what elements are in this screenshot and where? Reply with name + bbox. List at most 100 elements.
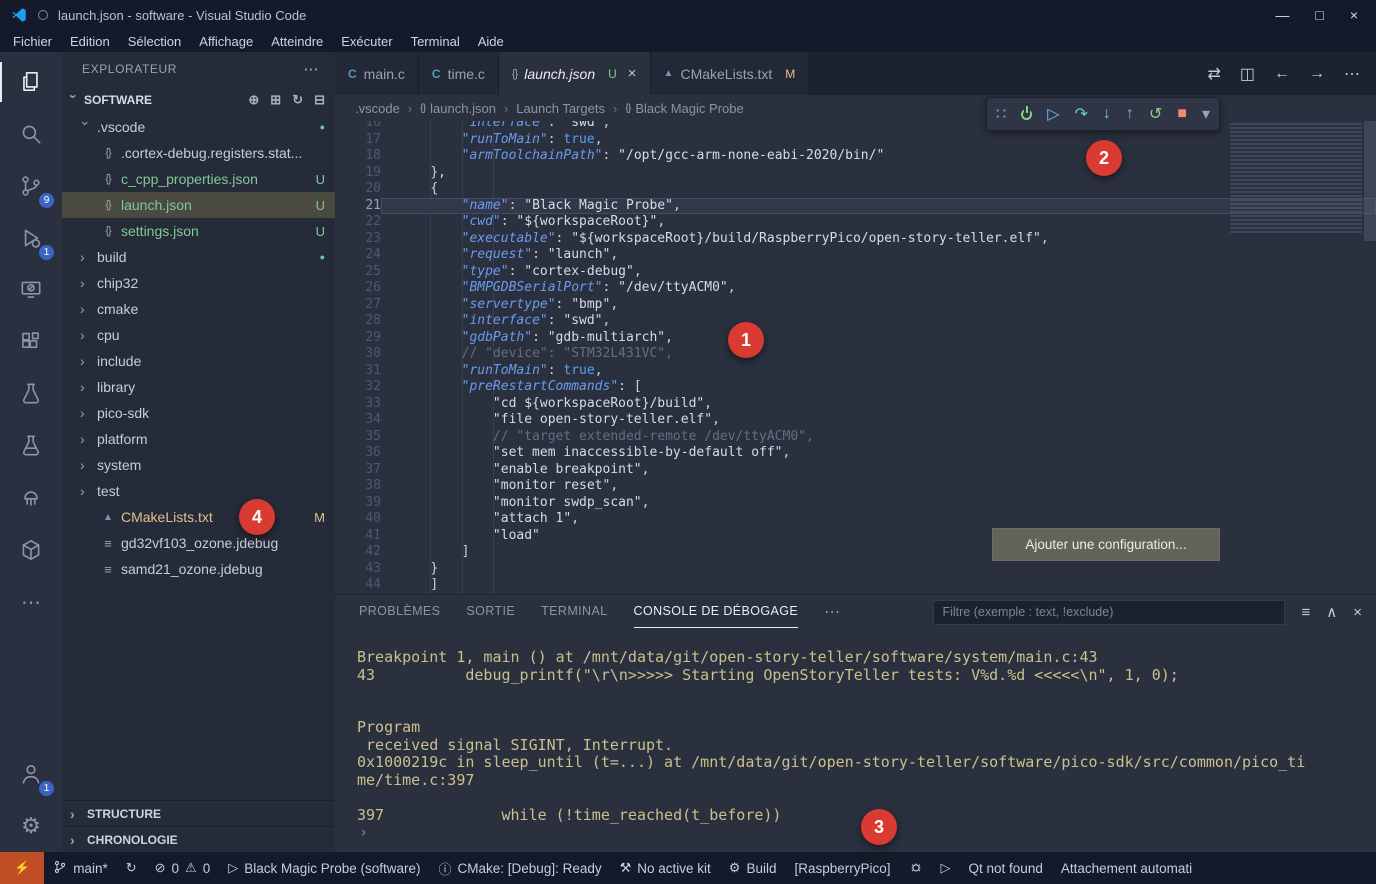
panel-tab-terminal[interactable]: TERMINAL	[541, 595, 607, 628]
close-window-button[interactable]: ×	[1350, 7, 1358, 23]
status-remote-indicator[interactable]: ⚡	[0, 852, 44, 884]
tab-main-c[interactable]: Cmain.c	[335, 52, 419, 95]
more-actions-icon[interactable]: ⋯	[1344, 64, 1360, 84]
status-qt-status[interactable]: Qt not found	[960, 852, 1052, 884]
panel-tab-sortie[interactable]: SORTIE	[466, 595, 515, 628]
refresh-explorer-icon[interactable]: ↻	[292, 92, 303, 108]
breadcrumb-item-vscode[interactable]: .vscode	[355, 101, 400, 116]
tree-item-settings-json[interactable]: {}settings.jsonU	[62, 218, 335, 244]
menu-aide[interactable]: Aide	[469, 34, 513, 49]
code-line-20[interactable]: 20 {	[335, 181, 1376, 198]
tree-item-samd21-ozone-jdebug[interactable]: ≡samd21_ozone.jdebug	[62, 556, 335, 582]
code-editor[interactable]: 16 "interface": "swd",17 "runToMain": tr…	[335, 121, 1376, 594]
code-line-27[interactable]: 27 "servertype": "bmp",	[335, 297, 1376, 314]
tree-item-cmakelists-txt[interactable]: ▲CMakeLists.txtM	[62, 504, 335, 530]
menu-atteindre[interactable]: Atteindre	[262, 34, 332, 49]
tree-item-chip32[interactable]: ›chip32	[62, 270, 335, 296]
tree-item-cpu[interactable]: ›cpu	[62, 322, 335, 348]
menu-ex-cuter[interactable]: Exécuter	[332, 34, 401, 49]
status-sync-button[interactable]: ↻	[117, 852, 146, 884]
panel-more-icon[interactable]: ⋯	[824, 602, 840, 622]
step-over-button[interactable]: ↷	[1075, 104, 1088, 124]
menu-fichier[interactable]: Fichier	[4, 34, 61, 49]
activitybar-explorer[interactable]	[0, 56, 62, 108]
open-changes-icon[interactable]: ⇄	[1207, 64, 1220, 84]
code-line-26[interactable]: 26 "BMPGDBSerialPort": "/dev/ttyACM0",	[335, 280, 1376, 297]
sidebar-section-chronologie[interactable]: ›CHRONOLOGIE	[62, 826, 335, 852]
status-cmake-debug[interactable]	[900, 852, 932, 884]
status-problems[interactable]: ⊘0⚠0	[146, 852, 220, 884]
status-active-kit[interactable]: ⚒No active kit	[611, 852, 720, 884]
tree-item-test[interactable]: ›test	[62, 478, 335, 504]
code-line-44[interactable]: 44 ]	[335, 577, 1376, 594]
code-line-37[interactable]: 37 "enable breakpoint",	[335, 462, 1376, 479]
activitybar-settings[interactable]: ⚙	[0, 800, 62, 852]
code-line-40[interactable]: 40 "attach 1",	[335, 511, 1376, 528]
code-line-43[interactable]: 43 }	[335, 561, 1376, 578]
close-panel-icon[interactable]: ×	[1353, 604, 1362, 621]
explorer-more-icon[interactable]: ⋯	[303, 60, 319, 78]
tree-item-launch-json[interactable]: {}launch.jsonU	[62, 192, 335, 218]
debug-console[interactable]: Breakpoint 1, main () at /mnt/data/git/o…	[335, 629, 1376, 852]
tree-item-cortex-debug-registers-stat[interactable]: {}.cortex-debug.registers.stat...	[62, 140, 335, 166]
minimize-button[interactable]: —	[1275, 7, 1289, 23]
code-line-32[interactable]: 32 "preRestartCommands": [	[335, 379, 1376, 396]
navigate-forward-icon[interactable]: →	[1309, 65, 1325, 83]
code-line-21[interactable]: 21 "name": "Black Magic Probe",	[335, 198, 1376, 215]
menu-affichage[interactable]: Affichage	[190, 34, 262, 49]
code-line-28[interactable]: 28 "interface": "swd",	[335, 313, 1376, 330]
continue-button[interactable]: ▷	[1047, 104, 1059, 124]
step-into-button[interactable]: ↓	[1103, 105, 1111, 123]
tree-item-build[interactable]: ›build●	[62, 244, 335, 270]
collapse-folders-icon[interactable]: ⊟	[314, 92, 325, 108]
code-line-17[interactable]: 17 "runToMain": true,	[335, 132, 1376, 149]
code-line-34[interactable]: 34 "file open-story-teller.elf",	[335, 412, 1376, 429]
maximize-button[interactable]: □	[1315, 7, 1323, 23]
status-debug-target[interactable]: ▷Black Magic Probe (software)	[219, 852, 429, 884]
console-input-prompt[interactable]: ›	[357, 824, 1306, 842]
code-line-33[interactable]: 33 "cd ${workspaceRoot}/build",	[335, 396, 1376, 413]
tree-item-system[interactable]: ›system	[62, 452, 335, 478]
breadcrumb-item-launch-json[interactable]: {}launch.json	[420, 101, 496, 116]
tree-item-pico-sdk[interactable]: ›pico-sdk	[62, 400, 335, 426]
editor-scrollbar[interactable]	[1364, 121, 1376, 241]
console-filter-input[interactable]	[933, 600, 1285, 625]
maximize-panel-icon[interactable]: ∧	[1326, 603, 1337, 621]
tree-item-gd32vf103-ozone-jdebug[interactable]: ≡gd32vf103_ozone.jdebug	[62, 530, 335, 556]
code-line-25[interactable]: 25 "type": "cortex-debug",	[335, 264, 1376, 281]
code-line-35[interactable]: 35 // "target extended-remote /dev/ttyAC…	[335, 429, 1376, 446]
filter-lines-icon[interactable]: ≡	[1301, 604, 1310, 621]
tree-item-library[interactable]: ›library	[62, 374, 335, 400]
sidebar-section-structure[interactable]: ›STRUCTURE	[62, 800, 335, 826]
activitybar-account[interactable]: 1	[0, 748, 62, 800]
stop-dropdown-icon[interactable]: ▾	[1202, 104, 1210, 124]
code-line-36[interactable]: 36 "set mem inaccessible-by-default off"…	[335, 445, 1376, 462]
add-configuration-button[interactable]: Ajouter une configuration...	[992, 528, 1220, 561]
activitybar-source-control[interactable]: 9	[0, 160, 62, 212]
tab-launch-json[interactable]: {}launch.jsonU×	[499, 52, 651, 95]
status-cmake-run[interactable]: ▷	[932, 852, 960, 884]
breadcrumb-item-black-magic-probe[interactable]: {}Black Magic Probe	[625, 101, 743, 116]
code-line-24[interactable]: 24 "request": "launch",	[335, 247, 1376, 264]
stop-button[interactable]: ■	[1177, 105, 1187, 123]
workspace-section-header[interactable]: › SOFTWARE ⊕⊞↻⊟	[62, 86, 335, 114]
menu-terminal[interactable]: Terminal	[402, 34, 469, 49]
activitybar-package-tool[interactable]	[0, 524, 62, 576]
code-line-29[interactable]: 29 "gdbPath": "gdb-multiarch",	[335, 330, 1376, 347]
status-cmake-status[interactable]: ⓘCMake: [Debug]: Ready	[430, 852, 611, 884]
breadcrumb-item-launch-targets[interactable]: Launch Targets	[516, 101, 605, 116]
activitybar-test[interactable]	[0, 368, 62, 420]
close-tab-icon[interactable]: ×	[628, 65, 637, 82]
code-line-31[interactable]: 31 "runToMain": true,	[335, 363, 1376, 380]
panel-tab-console-de-d-bogage[interactable]: CONSOLE DE DÉBOGAGE	[634, 595, 799, 628]
code-line-23[interactable]: 23 "executable": "${workspaceRoot}/build…	[335, 231, 1376, 248]
split-editor-icon[interactable]: ◫	[1240, 64, 1255, 84]
restart-button[interactable]: ↺	[1149, 104, 1162, 124]
menu-s-lection[interactable]: Sélection	[119, 34, 190, 49]
minimap[interactable]	[1230, 123, 1362, 235]
menu-edition[interactable]: Edition	[61, 34, 119, 49]
new-folder-icon[interactable]: ⊞	[270, 92, 281, 108]
code-line-38[interactable]: 38 "monitor reset",	[335, 478, 1376, 495]
tree-item-include[interactable]: ›include	[62, 348, 335, 374]
activitybar-remote-explorer[interactable]	[0, 264, 62, 316]
